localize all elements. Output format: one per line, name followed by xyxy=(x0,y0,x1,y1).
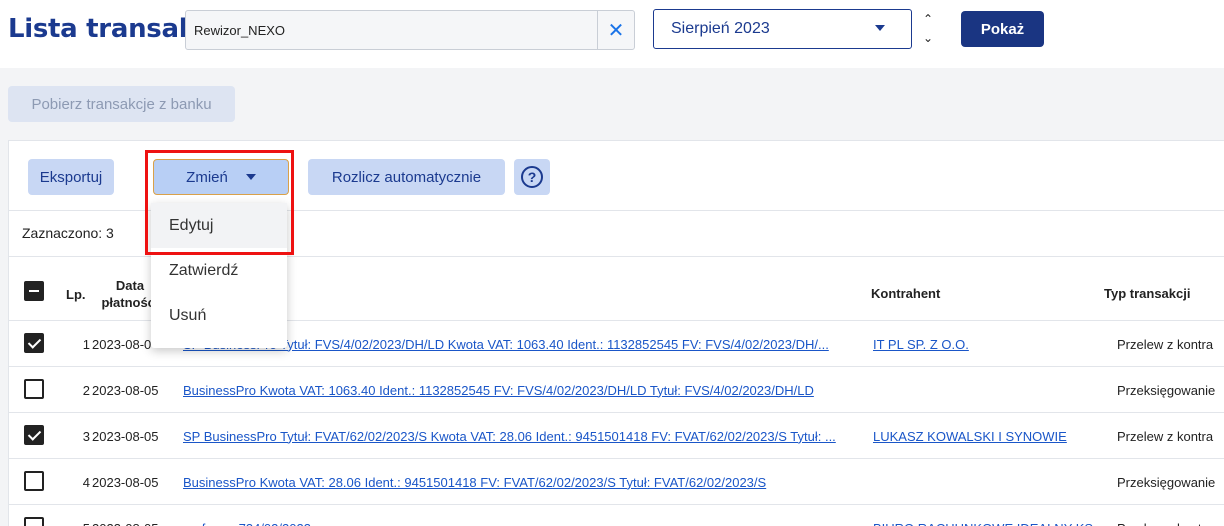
search-field[interactable]: ✕ xyxy=(185,10,635,50)
table-row[interactable]: 2 2023-08-05 BusinessPro Kwota VAT: 1063… xyxy=(9,366,1224,412)
help-button[interactable]: ? xyxy=(514,159,550,195)
row-lp: 1 xyxy=(82,336,90,352)
change-button-label: Zmień xyxy=(186,168,228,186)
column-header-counterparty: Kontrahent xyxy=(871,286,941,301)
row-date: 2023-08-05 xyxy=(92,382,159,398)
row-counterparty-link[interactable]: BIURO RACHUNKOWE IDEALNY KSI... xyxy=(873,505,1093,526)
selected-count: Zaznaczono: 3 xyxy=(22,225,114,241)
chevron-down-icon[interactable]: ⌄ xyxy=(918,29,938,48)
select-all-checkbox[interactable] xyxy=(24,281,44,301)
row-description-link[interactable]: BusinessPro Kwota VAT: 28.06 Ident.: 945… xyxy=(183,459,863,505)
row-type: Przelew z kontra xyxy=(1117,336,1214,352)
fetch-transactions-button[interactable]: Pobierz transakcje z banku xyxy=(8,86,235,122)
row-date: 2023-08-05 xyxy=(92,505,162,526)
row-description-link[interactable]: BusinessPro Kwota VAT: 1063.40 Ident.: 1… xyxy=(183,367,863,413)
chevron-up-icon[interactable]: ⌃ xyxy=(918,10,938,29)
month-select[interactable]: Sierpień 2023 xyxy=(653,9,912,49)
row-description-link[interactable]: SP BusinessPro Tytuł: FVAT/62/02/2023/S … xyxy=(183,413,863,459)
row-counterparty-link[interactable] xyxy=(873,459,1093,505)
month-stepper[interactable]: ⌃ ⌄ xyxy=(918,10,938,48)
show-button[interactable]: Pokaż xyxy=(961,11,1044,47)
menu-item-delete[interactable]: Usuń xyxy=(151,293,287,338)
row-checkbox[interactable] xyxy=(24,517,44,526)
top-bar: Lista transakcji ✕ Sierpień 2023 ⌃ ⌄ Pok… xyxy=(0,0,1224,68)
export-button[interactable]: Eksportuj xyxy=(28,159,114,195)
row-lp: 3 xyxy=(82,428,90,444)
table-row[interactable]: 5 2023-08-05 proforma 734/02/2023 BIURO … xyxy=(9,504,1224,526)
row-checkbox[interactable] xyxy=(24,425,44,445)
caret-down-icon xyxy=(875,25,885,31)
row-checkbox[interactable] xyxy=(24,333,44,353)
row-type: Przelew z kontra xyxy=(1117,505,1224,526)
row-checkbox[interactable] xyxy=(24,379,44,399)
clear-icon[interactable]: ✕ xyxy=(597,11,634,49)
column-header-lp: Lp. xyxy=(66,287,86,302)
caret-down-icon xyxy=(245,174,256,180)
change-dropdown-menu: Edytuj Zatwierdź Usuń xyxy=(151,203,287,348)
row-counterparty-link[interactable]: LUKASZ KOWALSKI I SYNOWIE xyxy=(873,413,1093,459)
help-icon: ? xyxy=(521,166,543,188)
menu-item-approve[interactable]: Zatwierdź xyxy=(151,248,287,293)
menu-item-edit[interactable]: Edytuj xyxy=(151,203,287,248)
month-select-value: Sierpień 2023 xyxy=(671,20,770,37)
search-input[interactable] xyxy=(186,11,597,49)
row-date: 2023-08-05 xyxy=(92,474,159,490)
row-type: Przeksięgowanie xyxy=(1117,474,1216,490)
row-checkbox[interactable] xyxy=(24,471,44,491)
table-row[interactable]: 4 2023-08-05 BusinessPro Kwota VAT: 28.0… xyxy=(9,458,1224,504)
auto-settle-button[interactable]: Rozlicz automatycznie xyxy=(308,159,505,195)
row-description-link[interactable]: proforma 734/02/2023 xyxy=(183,505,863,526)
column-header-type: Typ transakcji xyxy=(1104,286,1191,301)
row-lp: 4 xyxy=(82,474,90,490)
row-type: Przelew z kontra xyxy=(1117,428,1214,444)
change-button[interactable]: Zmień xyxy=(153,159,289,195)
row-counterparty-link[interactable]: IT PL SP. Z O.O. xyxy=(873,321,1093,367)
row-date: 2023-08-05 xyxy=(92,428,159,444)
table-row[interactable]: 3 2023-08-05 SP BusinessPro Tytuł: FVAT/… xyxy=(9,412,1224,458)
row-lp: 2 xyxy=(82,382,90,398)
row-type: Przeksięgowanie xyxy=(1117,382,1216,398)
row-lp: 5 xyxy=(64,505,90,526)
row-counterparty-link[interactable] xyxy=(873,367,1093,413)
